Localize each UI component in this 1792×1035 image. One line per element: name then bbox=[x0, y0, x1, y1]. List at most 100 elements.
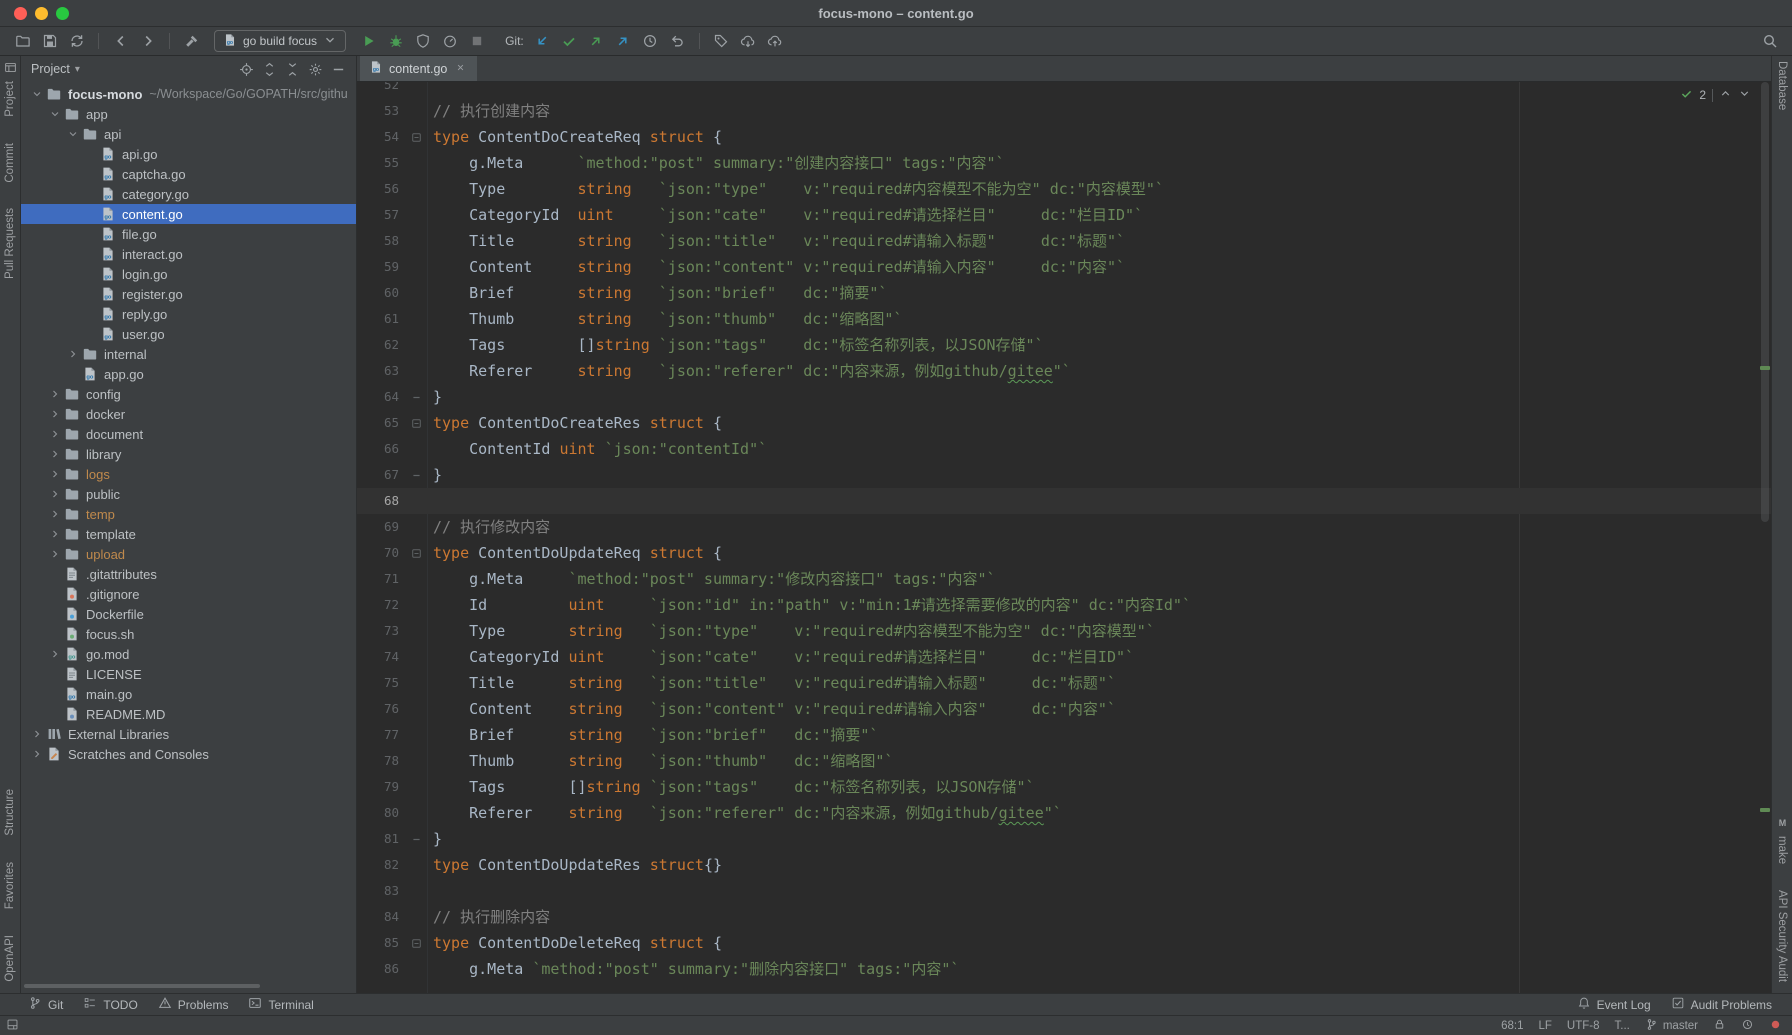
tree-item-internal[interactable]: internal bbox=[21, 344, 356, 364]
code-line-53[interactable]: 53// 执行创建内容 bbox=[357, 98, 1771, 124]
line-number[interactable]: 56 bbox=[357, 176, 405, 202]
code-line-85[interactable]: 85type ContentDoDeleteReq struct { bbox=[357, 930, 1771, 956]
inspections-widget[interactable]: 2 bbox=[1680, 87, 1751, 103]
toolwindow-button-project[interactable]: Project bbox=[4, 61, 17, 117]
line-number[interactable]: 57 bbox=[357, 202, 405, 228]
line-number[interactable]: 52 bbox=[357, 82, 405, 98]
typo-stripe-mark[interactable] bbox=[1760, 366, 1770, 370]
line-number[interactable]: 84 bbox=[357, 904, 405, 930]
ide-errors-icon[interactable] bbox=[1769, 1018, 1782, 1034]
chevron-right-icon[interactable] bbox=[47, 546, 63, 562]
line-number[interactable]: 61 bbox=[357, 306, 405, 332]
run-with-coverage-icon[interactable] bbox=[410, 30, 435, 53]
locate-file-icon[interactable] bbox=[235, 59, 258, 79]
line-number[interactable]: 76 bbox=[357, 696, 405, 722]
indent-style[interactable]: T... bbox=[1615, 1020, 1630, 1032]
fold-marker-icon[interactable] bbox=[405, 540, 427, 566]
back-icon[interactable] bbox=[108, 30, 133, 53]
code-line-77[interactable]: 77 Brief string `json:"brief" dc:"摘要"` bbox=[357, 722, 1771, 748]
tree-item-reply-go[interactable]: goreply.go bbox=[21, 304, 356, 324]
tree-item-main-go[interactable]: gomain.go bbox=[21, 684, 356, 704]
chevron-right-icon[interactable] bbox=[47, 386, 63, 402]
line-number[interactable]: 63 bbox=[357, 358, 405, 384]
tree-item-external-libraries[interactable]: External Libraries bbox=[21, 724, 356, 744]
chevron-right-icon[interactable] bbox=[47, 506, 63, 522]
line-number[interactable]: 58 bbox=[357, 228, 405, 254]
code-line-86[interactable]: 86 g.Meta `method:"post" summary:"删除内容接口… bbox=[357, 956, 1771, 982]
tree-item-content-go[interactable]: gocontent.go bbox=[21, 204, 356, 224]
forward-icon[interactable] bbox=[135, 30, 160, 53]
next-problem-icon[interactable] bbox=[1738, 87, 1751, 103]
fetch-icon[interactable] bbox=[611, 30, 636, 53]
code-line-70[interactable]: 70type ContentDoUpdateReq struct { bbox=[357, 540, 1771, 566]
toolwindow-button-git[interactable]: Git bbox=[18, 994, 73, 1015]
fold-marker-icon[interactable] bbox=[405, 124, 427, 150]
fold-marker-icon[interactable] bbox=[405, 410, 427, 436]
tree-item-file-go[interactable]: gofile.go bbox=[21, 224, 356, 244]
chevron-right-icon[interactable] bbox=[47, 486, 63, 502]
toolwindow-button-api-security-audit[interactable]: API Security Audit bbox=[1776, 890, 1788, 982]
tree-item-app[interactable]: app bbox=[21, 104, 356, 124]
code-line-57[interactable]: 57 CategoryId uint `json:"cate" v:"requi… bbox=[357, 202, 1771, 228]
line-number[interactable]: 81 bbox=[357, 826, 405, 852]
tree-item-app-go[interactable]: goapp.go bbox=[21, 364, 356, 384]
tree-item-focus-mono[interactable]: focus-mono~/Workspace/Go/GOPATH/src/gith… bbox=[21, 84, 356, 104]
run-icon[interactable] bbox=[356, 30, 381, 53]
zoom-button[interactable] bbox=[56, 7, 69, 20]
close-button[interactable] bbox=[14, 7, 27, 20]
code-line-82[interactable]: 82type ContentDoUpdateRes struct{} bbox=[357, 852, 1771, 878]
code-line-58[interactable]: 58 Title string `json:"title" v:"require… bbox=[357, 228, 1771, 254]
line-number[interactable]: 83 bbox=[357, 878, 405, 904]
toolwindow-button-event-log[interactable]: Event Log bbox=[1567, 994, 1661, 1015]
tree-item-config[interactable]: config bbox=[21, 384, 356, 404]
fold-marker-icon[interactable] bbox=[405, 826, 427, 852]
tree-item-category-go[interactable]: gocategory.go bbox=[21, 184, 356, 204]
line-number[interactable]: 64 bbox=[357, 384, 405, 410]
code-line-78[interactable]: 78 Thumb string `json:"thumb" dc:"缩略图"` bbox=[357, 748, 1771, 774]
code-line-56[interactable]: 56 Type string `json:"type" v:"required#… bbox=[357, 176, 1771, 202]
chevron-right-icon[interactable] bbox=[47, 466, 63, 482]
line-number[interactable]: 53 bbox=[357, 98, 405, 124]
line-number[interactable]: 74 bbox=[357, 644, 405, 670]
chevron-right-icon[interactable] bbox=[47, 646, 63, 662]
line-number[interactable]: 78 bbox=[357, 748, 405, 774]
tree-item-library[interactable]: library bbox=[21, 444, 356, 464]
line-number[interactable]: 60 bbox=[357, 280, 405, 306]
toolwindow-button-structure[interactable]: Structure bbox=[4, 789, 16, 836]
profiler-icon[interactable] bbox=[437, 30, 462, 53]
toolwindow-button-terminal[interactable]: Terminal bbox=[238, 994, 323, 1015]
tab-content-go[interactable]: go content.go bbox=[360, 56, 477, 81]
code-line-76[interactable]: 76 Content string `json:"content" v:"req… bbox=[357, 696, 1771, 722]
line-number[interactable]: 71 bbox=[357, 566, 405, 592]
code-line-64[interactable]: 64} bbox=[357, 384, 1771, 410]
caret-position[interactable]: 68:1 bbox=[1501, 1020, 1523, 1032]
open-file-icon[interactable] bbox=[10, 30, 35, 53]
toolwindow-button-database[interactable]: Database bbox=[1776, 61, 1788, 110]
toolwindow-button-favorites[interactable]: Favorites bbox=[4, 862, 16, 909]
chevron-right-icon[interactable] bbox=[29, 726, 45, 742]
code-line-63[interactable]: 63 Referer string `json:"referer" dc:"内容… bbox=[357, 358, 1771, 384]
code-line-84[interactable]: 84// 执行删除内容 bbox=[357, 904, 1771, 930]
save-all-icon[interactable] bbox=[37, 30, 62, 53]
code-line-66[interactable]: 66 ContentId uint `json:"contentId"` bbox=[357, 436, 1771, 462]
chevron-down-icon[interactable] bbox=[47, 106, 63, 122]
code-line-73[interactable]: 73 Type string `json:"type" v:"required#… bbox=[357, 618, 1771, 644]
line-separator[interactable]: LF bbox=[1538, 1020, 1551, 1032]
fold-marker-icon[interactable] bbox=[405, 462, 427, 488]
incoming-commits-icon[interactable] bbox=[736, 30, 761, 53]
tree-item-license[interactable]: LICENSE bbox=[21, 664, 356, 684]
code-line-65[interactable]: 65type ContentDoCreateRes struct { bbox=[357, 410, 1771, 436]
commit-icon[interactable] bbox=[557, 30, 582, 53]
tree-item-interact-go[interactable]: gointeract.go bbox=[21, 244, 356, 264]
rollback-icon[interactable] bbox=[665, 30, 690, 53]
fold-marker-icon[interactable] bbox=[405, 384, 427, 410]
line-number[interactable]: 55 bbox=[357, 150, 405, 176]
code-line-54[interactable]: 54type ContentDoCreateReq struct { bbox=[357, 124, 1771, 150]
chevron-right-icon[interactable] bbox=[47, 406, 63, 422]
chevron-right-icon[interactable] bbox=[47, 426, 63, 442]
tree-item-readme-md[interactable]: README.MD bbox=[21, 704, 356, 724]
line-number[interactable]: 86 bbox=[357, 956, 405, 982]
chevron-right-icon[interactable] bbox=[29, 746, 45, 762]
code-line-62[interactable]: 62 Tags []string `json:"tags" dc:"标签名称列表… bbox=[357, 332, 1771, 358]
tree-item-template[interactable]: template bbox=[21, 524, 356, 544]
